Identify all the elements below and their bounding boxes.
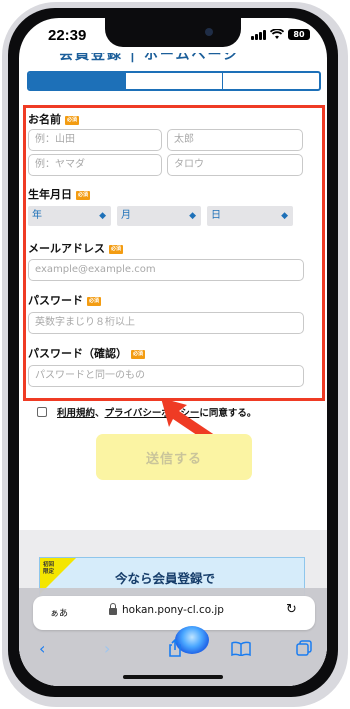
required-badge: 必須 xyxy=(76,190,91,200)
chevron-left-icon[interactable]: ‹ xyxy=(39,639,45,658)
year-select[interactable]: 年 ◆ xyxy=(28,206,111,226)
year-select-value: 年 xyxy=(32,210,42,221)
chevron-updown-icon: ◆ xyxy=(189,211,196,221)
day-select[interactable]: 日 ◆ xyxy=(207,206,293,226)
battery-level: 80 xyxy=(293,30,305,39)
chevron-updown-icon: ◆ xyxy=(281,211,288,221)
required-badge: 必須 xyxy=(131,349,146,359)
signal-icon xyxy=(251,29,266,40)
name-label: お名前 必須 xyxy=(28,111,80,127)
chevron-right-icon[interactable]: › xyxy=(104,639,110,658)
step-1 xyxy=(29,73,125,89)
required-badge: 必須 xyxy=(65,115,80,125)
status-icons: 80 xyxy=(251,29,310,40)
month-select[interactable]: 月 ◆ xyxy=(117,206,201,226)
status-time: 22:39 xyxy=(48,27,87,44)
email-label-text: メールアドレス xyxy=(28,242,105,255)
email-field[interactable]: example@example.com xyxy=(28,259,304,281)
lock-icon xyxy=(109,603,117,615)
first-name-input[interactable]: 太郎 xyxy=(167,129,303,151)
camera-icon xyxy=(205,28,213,36)
agree-checkbox[interactable] xyxy=(37,407,47,417)
name-label-text: お名前 xyxy=(28,113,61,126)
month-select-value: 月 xyxy=(121,210,131,221)
wifi-icon xyxy=(270,29,284,39)
dob-label: 生年月日 必須 xyxy=(28,186,91,202)
email-label: メールアドレス 必須 xyxy=(28,240,124,256)
dob-label-text: 生年月日 xyxy=(28,188,72,201)
url-text[interactable]: hokan.pony-cl.co.jp xyxy=(122,604,224,616)
password-field[interactable]: 英数字まじり８桁以上 xyxy=(28,312,304,334)
notch xyxy=(105,18,241,47)
password-label: パスワード 必須 xyxy=(28,292,102,308)
home-indicator xyxy=(123,675,223,679)
promo-text: 今なら会員登録で xyxy=(115,571,216,586)
last-name-input[interactable]: 例：山田 xyxy=(28,129,162,151)
first-kana-input[interactable]: タロウ xyxy=(167,154,303,176)
last-kana-input[interactable]: 例：ヤマダ xyxy=(28,154,162,176)
required-badge: 必須 xyxy=(109,244,124,254)
page-title: 会員登録 | ホームページ xyxy=(59,47,240,63)
share-icon[interactable] xyxy=(167,639,183,657)
password-confirm-label-text: パスワード（確認） xyxy=(28,347,127,360)
promo-badge-text: 初回限定 xyxy=(43,562,55,575)
required-badge: 必須 xyxy=(87,296,102,306)
book-icon[interactable] xyxy=(231,641,251,656)
password-confirm-field[interactable]: パスワードと同一のもの xyxy=(28,365,304,387)
agreement-separator: 、 xyxy=(95,408,105,419)
reader-aa-button[interactable]: ぁあ xyxy=(50,606,68,619)
battery-icon: 80 xyxy=(288,29,310,40)
phone-screen: 22:39 80 会員登録 | ホームページ お名前 必須 例：山田 太郎 例：ヤ… xyxy=(19,18,327,686)
tabs-icon[interactable] xyxy=(296,640,312,656)
step-3 xyxy=(222,73,319,89)
chevron-updown-icon: ◆ xyxy=(99,211,106,221)
terms-link[interactable]: 利用規約 xyxy=(57,405,95,419)
day-select-value: 日 xyxy=(211,210,221,221)
password-label-text: パスワード xyxy=(28,294,83,307)
step-progress xyxy=(27,71,321,91)
step-2 xyxy=(125,73,222,89)
submit-button[interactable]: 送信する xyxy=(96,434,252,480)
reload-icon[interactable]: ↻ xyxy=(286,602,297,617)
password-confirm-label: パスワード（確認） 必須 xyxy=(28,345,146,361)
